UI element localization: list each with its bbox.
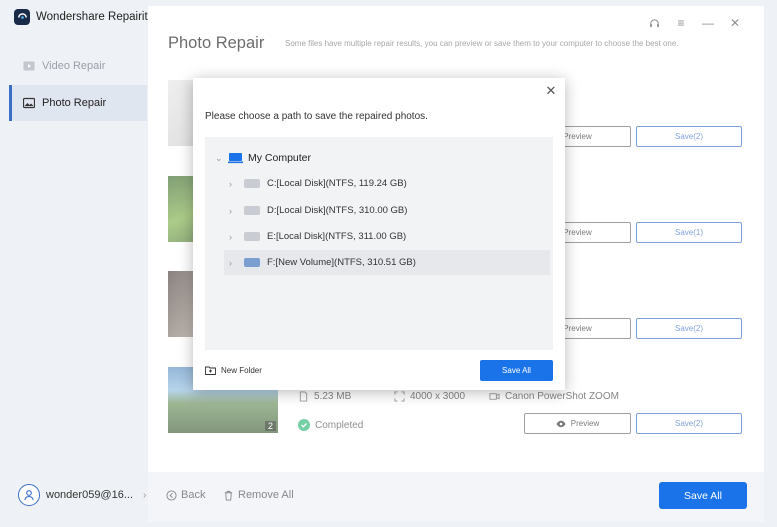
tree-item-drive-f[interactable]: › F:[New Volume](NTFS, 310.51 GB) xyxy=(224,250,550,275)
drive-label: F:[New Volume](NTFS, 310.51 GB) xyxy=(267,257,416,268)
drive-icon xyxy=(244,258,260,267)
save-all-label: Save All xyxy=(502,366,531,375)
computer-icon xyxy=(228,153,243,164)
chevron-right-icon[interactable]: › xyxy=(229,206,237,216)
chevron-down-icon[interactable]: ⌄ xyxy=(215,153,223,164)
remove-all-label: Remove All xyxy=(238,489,294,501)
video-icon xyxy=(23,61,35,71)
app-title-label: Wondershare Repairit xyxy=(36,11,148,23)
folder-tree: ⌄ My Computer › C:[Local Disk](NTFS, 119… xyxy=(205,137,553,350)
sidebar-item-video-repair[interactable]: Video Repair xyxy=(9,48,147,84)
sidebar-item-label: Photo Repair xyxy=(42,97,107,109)
app-title: Wondershare Repairit xyxy=(14,9,148,25)
drive-icon xyxy=(244,179,260,188)
back-button[interactable]: Back xyxy=(166,489,205,501)
chevron-right-icon[interactable]: › xyxy=(229,258,237,268)
user-icon xyxy=(24,490,34,501)
tree-item-drive-e[interactable]: › E:[Local Disk](NTFS, 311.00 GB) xyxy=(224,224,550,249)
footer-bar: Back Remove All Save All xyxy=(148,472,764,522)
app-logo-icon xyxy=(14,9,30,25)
drive-icon xyxy=(244,232,260,241)
tree-root-label: My Computer xyxy=(248,152,312,164)
new-folder-button[interactable]: New Folder xyxy=(205,366,262,375)
avatar xyxy=(18,484,40,506)
close-icon[interactable]: ✕ xyxy=(544,84,558,98)
trash-icon xyxy=(224,490,233,501)
dialog-title: Please choose a path to save the repaire… xyxy=(205,111,428,122)
drive-label: D:[Local Disk](NTFS, 310.00 GB) xyxy=(267,205,408,216)
drive-icon xyxy=(244,206,260,215)
tree-item-my-computer[interactable]: ⌄ My Computer xyxy=(215,152,311,164)
drive-label: C:[Local Disk](NTFS, 119.24 GB) xyxy=(267,178,407,189)
tree-item-drive-c[interactable]: › C:[Local Disk](NTFS, 119.24 GB) xyxy=(224,171,550,196)
image-icon xyxy=(23,97,35,109)
chevron-right-icon[interactable]: › xyxy=(229,179,237,189)
drive-label: E:[Local Disk](NTFS, 311.00 GB) xyxy=(267,231,407,242)
save-all-button[interactable]: Save All xyxy=(659,482,747,509)
new-folder-icon xyxy=(205,366,216,375)
save-all-label: Save All xyxy=(684,489,722,502)
remove-all-button[interactable]: Remove All xyxy=(223,489,294,501)
new-folder-label: New Folder xyxy=(221,366,262,375)
back-arrow-icon xyxy=(166,489,177,501)
sidebar-item-photo-repair[interactable]: Photo Repair xyxy=(9,85,147,121)
dialog-save-all-button[interactable]: Save All xyxy=(480,360,553,381)
user-account[interactable]: wonder059@16... › xyxy=(18,484,146,506)
sidebar: Wondershare Repairit Video Repair Photo … xyxy=(0,0,148,527)
chevron-right-icon[interactable]: › xyxy=(229,232,237,242)
chevron-right-icon: › xyxy=(143,489,147,501)
tree-item-drive-d[interactable]: › D:[Local Disk](NTFS, 310.00 GB) xyxy=(224,198,550,223)
save-path-dialog: ✕ Please choose a path to save the repai… xyxy=(193,78,565,390)
user-name: wonder059@16... xyxy=(46,489,134,501)
sidebar-item-label: Video Repair xyxy=(42,60,106,72)
back-label: Back xyxy=(181,489,206,501)
